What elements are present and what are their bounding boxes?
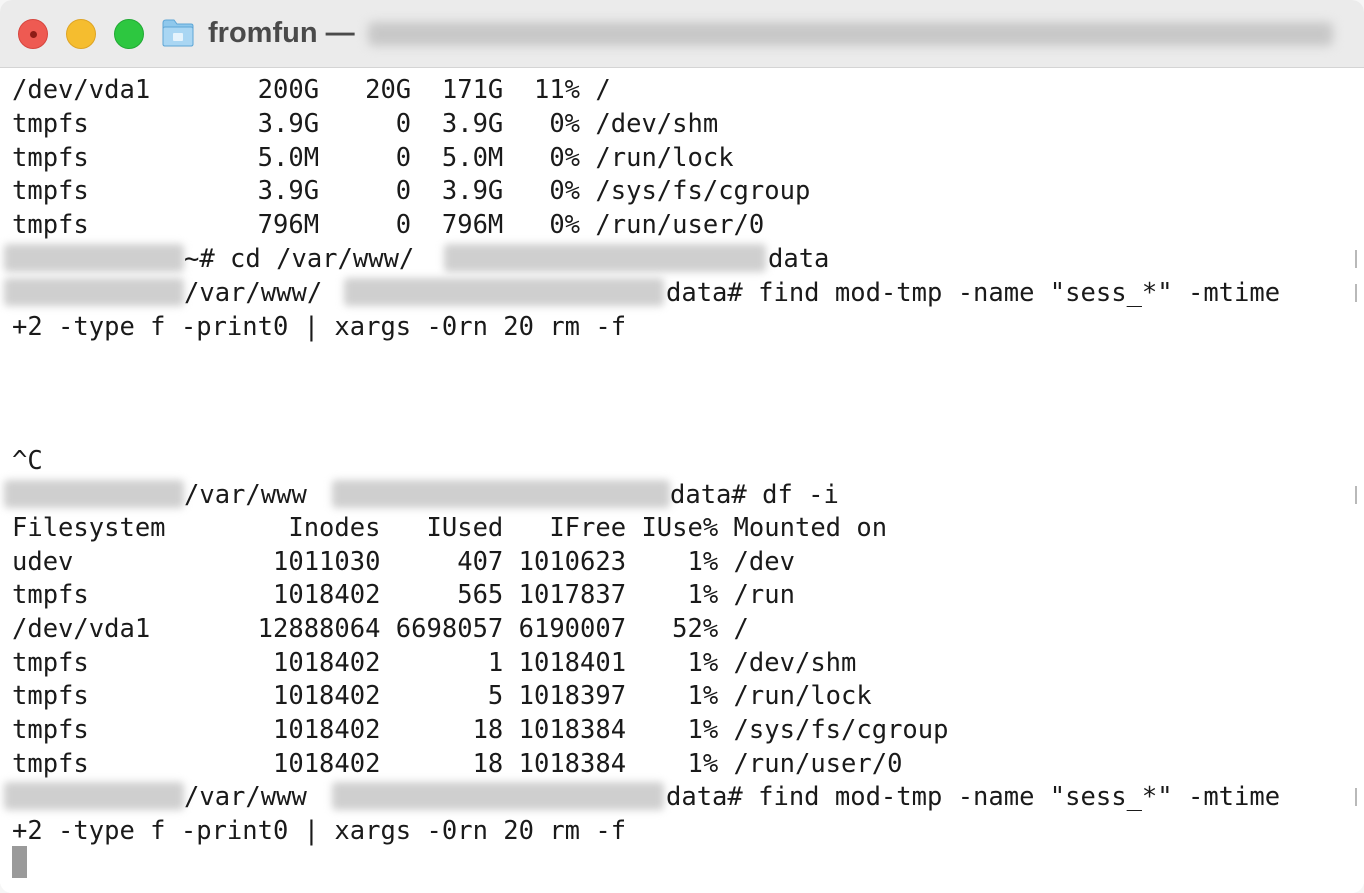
redacted-path: [332, 480, 670, 508]
terminal-output[interactable]: /dev/vda1 200G 20G 171G 11% / tmpfs 3.9G…: [0, 68, 1364, 893]
redacted-prompt: [4, 278, 184, 306]
line-wrap-marker: [1355, 788, 1357, 806]
redacted-path: [344, 278, 664, 306]
prompt-command: ~# cd /var/www/: [184, 244, 415, 274]
line-wrap-marker: [1355, 486, 1357, 504]
interrupt-line: ^C: [12, 446, 43, 476]
table-row: tmpfs 1018402 18 1018384 1% /run/user/0: [12, 749, 903, 779]
minimize-icon[interactable]: [66, 19, 96, 49]
redacted-prompt: [4, 244, 184, 272]
output-line: tmpfs 796M 0 796M 0% /run/user/0: [12, 210, 765, 240]
output-line: tmpfs 3.9G 0 3.9G 0% /sys/fs/cgroup: [12, 176, 811, 206]
redacted-path: [332, 782, 664, 810]
output-line: /dev/vda1 200G 20G 171G 11% /: [12, 75, 611, 105]
line-wrap-marker: [1355, 284, 1357, 302]
output-line: tmpfs 3.9G 0 3.9G 0% /dev/shm: [12, 109, 719, 139]
table-row: tmpfs 1018402 565 1017837 1% /run: [12, 580, 795, 610]
table-row: udev 1011030 407 1010623 1% /dev: [12, 547, 795, 577]
prompt-path: /var/www/: [184, 278, 323, 308]
folder-icon: [162, 19, 194, 47]
redacted-prompt: [4, 782, 184, 810]
prompt-command: data# find mod-tmp -name "sess_*" -mtime: [666, 278, 1281, 308]
output-line: tmpfs 5.0M 0 5.0M 0% /run/lock: [12, 143, 734, 173]
command-continuation: +2 -type f -print0 | xargs -0rn 20 rm -f: [12, 816, 627, 846]
close-icon[interactable]: [18, 19, 48, 49]
table-header: Filesystem Inodes IUsed IFree IUse% Moun…: [12, 513, 888, 543]
window-title: fromfun —: [208, 17, 355, 49]
title-bar[interactable]: fromfun —: [0, 0, 1364, 68]
terminal-window: fromfun — /dev/vda1 200G 20G 171G 11% / …: [0, 0, 1364, 893]
redacted-path: [444, 244, 766, 272]
command-continuation: +2 -type f -print0 | xargs -0rn 20 rm -f: [12, 312, 627, 342]
line-wrap-marker: [1355, 250, 1357, 268]
prompt-command: data# df -i: [670, 480, 839, 510]
table-row: tmpfs 1018402 1 1018401 1% /dev/shm: [12, 648, 857, 678]
text-cursor: [12, 846, 27, 878]
table-row: /dev/vda1 12888064 6698057 6190007 52% /: [12, 614, 749, 644]
redacted-title-path: [368, 22, 1333, 46]
prompt-command: data# find mod-tmp -name "sess_*" -mtime: [666, 782, 1281, 812]
table-row: tmpfs 1018402 18 1018384 1% /sys/fs/cgro…: [12, 715, 949, 745]
maximize-icon[interactable]: [114, 19, 144, 49]
redacted-prompt: [4, 480, 184, 508]
prompt-path: /var/www: [184, 480, 307, 510]
table-row: tmpfs 1018402 5 1018397 1% /run/lock: [12, 681, 872, 711]
prompt-path: /var/www: [184, 782, 307, 812]
close-dot: [30, 31, 37, 38]
prompt-command-tail: data: [768, 244, 830, 274]
